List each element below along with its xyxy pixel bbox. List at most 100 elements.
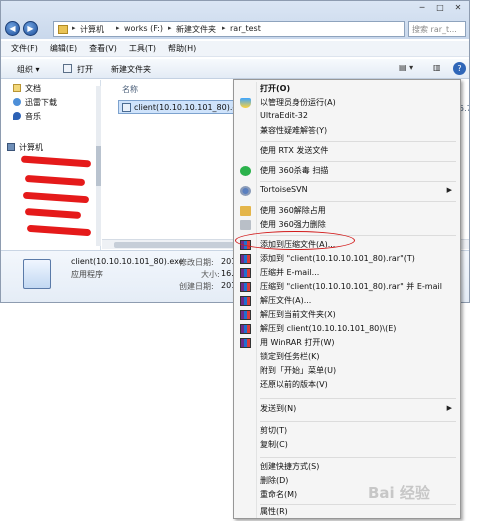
back-arrow-icon[interactable]: ◀ — [5, 21, 20, 36]
details-modified-label: 修改日期: — [179, 258, 214, 267]
address-bar[interactable]: ▸ 计算机 ▸ works (F:) ▸ 新建文件夹 ▸ rar_test ▾ … — [53, 21, 450, 37]
menu-item-force-delete-360[interactable]: 使用 360强力删除 — [236, 218, 458, 232]
redaction-mark — [24, 174, 86, 187]
menu-view[interactable]: 查看(V) — [89, 41, 117, 56]
menu-item-cut[interactable]: 剪切(T) — [236, 424, 458, 438]
menu-separator — [260, 457, 456, 458]
organize-button[interactable]: 组织 ▾ — [17, 64, 40, 75]
menu-item-compress-email[interactable]: 压缩并 E-mail... — [236, 266, 458, 280]
new-folder-button[interactable]: 新建文件夹 — [111, 64, 151, 75]
close-button[interactable]: ✕ — [449, 1, 467, 15]
toolbar: 组织 ▾ 打开 新建文件夹 ▤ ▾ ▥ ? — [1, 59, 469, 79]
nav-scroll-thumb[interactable] — [96, 146, 101, 186]
menu-bar: 文件(F) 编辑(E) 查看(V) 工具(T) 帮助(H) — [1, 41, 469, 57]
menu-item-extract-files[interactable]: 解压文件(A)... — [236, 294, 458, 308]
tortoisesvn-icon — [240, 186, 251, 196]
unlock-360-icon — [240, 206, 251, 216]
menu-item-properties[interactable]: 属性(R) — [236, 505, 458, 519]
menu-separator — [260, 161, 456, 162]
force-delete-360-icon — [240, 220, 251, 230]
breadcrumb-drive[interactable]: works (F:) — [124, 24, 163, 33]
menu-item-pin-start[interactable]: 附到「开始」菜单(U) — [236, 364, 458, 378]
context-menu: 打开(O) 以管理员身份运行(A) UltraEdit-32 兼容性疑难解答(Y… — [233, 79, 461, 519]
menu-separator — [260, 141, 456, 142]
highlight-annotation-ring — [235, 231, 355, 250]
breadcrumb-computer[interactable]: 计算机 — [80, 24, 104, 35]
folder-icon — [58, 25, 68, 34]
breadcrumb-rar-test[interactable]: rar_test — [230, 24, 261, 33]
menu-edit[interactable]: 编辑(E) — [50, 41, 77, 56]
forward-arrow-icon[interactable]: ▶ — [23, 21, 38, 36]
redaction-mark — [20, 155, 92, 168]
music-icon — [13, 112, 21, 120]
winrar-icon — [240, 254, 251, 264]
help-icon[interactable]: ? — [453, 62, 466, 75]
menu-item-compress-rar-email[interactable]: 压缩到 "client(10.10.10.101_80).rar" 并 E-ma… — [236, 280, 458, 294]
xunlei-download-icon — [13, 98, 21, 106]
menu-item-extract-to[interactable]: 解压到 client(10.10.10.101_80)\(E) — [236, 322, 458, 336]
menu-item-copy[interactable]: 复制(C) — [236, 438, 458, 452]
redaction-mark — [24, 208, 82, 219]
details-created-label: 创建日期: — [179, 282, 214, 291]
column-header-name[interactable]: 名称 — [122, 84, 138, 95]
address-row: ─ □ ✕ ◀ ▶ ▸ 计算机 ▸ works (F:) ▸ 新建文件夹 ▸ r… — [1, 1, 469, 39]
computer-icon — [7, 143, 15, 151]
maximize-button[interactable]: □ — [431, 1, 449, 15]
menu-item-ultraedit[interactable]: UltraEdit-32 — [236, 110, 458, 124]
preview-pane-icon[interactable]: ▥ — [433, 63, 441, 72]
details-file-type: 应用程序 — [71, 270, 103, 279]
menu-file[interactable]: 文件(F) — [11, 41, 38, 56]
window-controls: ─ □ ✕ — [413, 1, 467, 15]
nav-scrollbar[interactable] — [96, 86, 101, 246]
navigation-pane: 文档 迅雷下载 音乐 计算机 — [1, 80, 101, 250]
menu-item-open[interactable]: 打开(O) — [236, 82, 458, 96]
menu-separator — [260, 398, 456, 399]
winrar-icon — [240, 310, 251, 320]
open-button[interactable]: 打开 — [77, 64, 93, 75]
menu-item-compatibility[interactable]: 兼容性疑难解答(Y) — [236, 124, 458, 138]
menu-item-unlock-360[interactable]: 使用 360解除占用 — [236, 204, 458, 218]
details-size-value: 16. — [221, 269, 234, 278]
winrar-icon — [240, 338, 251, 348]
nav-item-xunlei[interactable]: 迅雷下载 — [25, 97, 57, 108]
search-input[interactable]: 搜索 rar_t... — [408, 21, 466, 37]
application-icon — [23, 259, 51, 289]
open-icon — [63, 64, 72, 73]
menu-item-send-to[interactable]: 发送到(N) ▶ — [236, 402, 458, 416]
details-file-name: client(10.10.10.101_80).exe — [71, 257, 184, 266]
menu-separator — [260, 421, 456, 422]
menu-item-scan-360[interactable]: 使用 360杀毒 扫描 — [236, 164, 458, 178]
menu-item-extract-here[interactable]: 解压到当前文件夹(X) — [236, 308, 458, 322]
menu-item-add-to-rar[interactable]: 添加到 "client(10.10.10.101_80).rar"(T) — [236, 252, 458, 266]
winrar-icon — [240, 268, 251, 278]
watermark: Bai 经验 — [368, 484, 430, 502]
menu-separator — [260, 201, 456, 202]
file-item[interactable]: client(10.10.10.101_80).exe — [118, 100, 247, 114]
menu-item-rtx[interactable]: 使用 RTX 发送文件 — [236, 144, 458, 158]
nav-item-computer[interactable]: 计算机 — [19, 142, 43, 153]
winrar-icon — [240, 296, 251, 306]
menu-item-tortoisesvn[interactable]: TortoiseSVN ▶ — [236, 184, 458, 198]
menu-item-open-winrar[interactable]: 用 WinRAR 打开(W) — [236, 336, 458, 350]
file-name: client(10.10.10.101_80).exe — [134, 103, 247, 112]
menu-separator — [260, 181, 456, 182]
nav-item-documents[interactable]: 文档 — [25, 83, 41, 94]
menu-item-pin-taskbar[interactable]: 锁定到任务栏(K) — [236, 350, 458, 364]
details-size-label: 大小: — [201, 270, 220, 279]
menu-item-create-shortcut[interactable]: 创建快捷方式(S) — [236, 460, 458, 474]
file-list-scroll-thumb[interactable] — [114, 242, 234, 248]
submenu-arrow-icon: ▶ — [446, 186, 452, 194]
breadcrumb-folder[interactable]: 新建文件夹 — [176, 24, 216, 35]
minimize-button[interactable]: ─ — [413, 1, 431, 15]
menu-help[interactable]: 帮助(H) — [168, 41, 196, 56]
antivirus-360-icon — [240, 166, 251, 176]
menu-item-restore-versions[interactable]: 还原以前的版本(V) — [236, 378, 458, 392]
view-options-icon[interactable]: ▤ ▾ — [399, 63, 413, 72]
nav-item-music[interactable]: 音乐 — [25, 111, 41, 122]
winrar-icon — [240, 282, 251, 292]
menu-item-run-as-admin[interactable]: 以管理员身份运行(A) — [236, 96, 458, 110]
menu-tools[interactable]: 工具(T) — [129, 41, 156, 56]
uac-shield-icon — [240, 98, 251, 108]
exe-file-icon — [122, 103, 131, 112]
submenu-arrow-icon: ▶ — [446, 404, 452, 412]
